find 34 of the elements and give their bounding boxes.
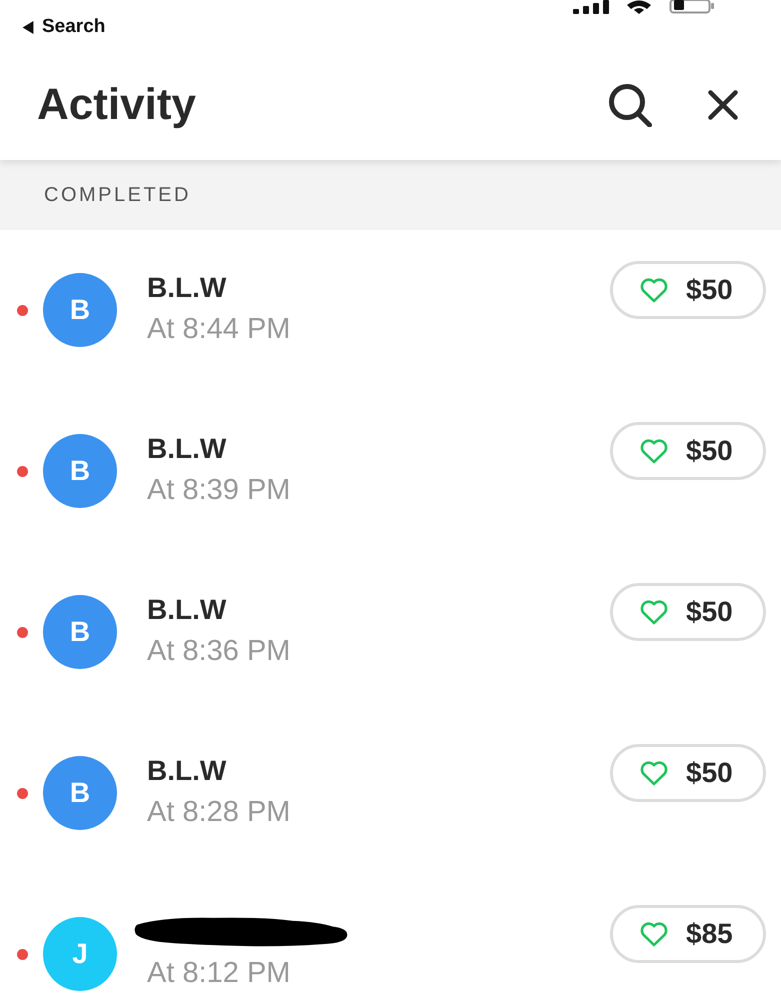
transaction-time: At 8:12 PM — [147, 956, 292, 991]
avatar: J — [43, 917, 117, 991]
heart-icon — [640, 438, 668, 464]
battery-icon — [669, 0, 715, 14]
sender-name: B.L.W — [147, 273, 228, 303]
signal-bars-icon — [573, 0, 609, 14]
heart-icon — [640, 278, 668, 302]
payment-amount-button[interactable]: $50 — [610, 422, 766, 480]
avatar: B — [43, 273, 117, 347]
back-icon — [22, 20, 34, 34]
search-icon — [608, 84, 652, 126]
heart-icon — [640, 600, 668, 624]
heart-icon — [640, 760, 668, 786]
transaction-time: At 8:39 PM — [147, 473, 290, 508]
avatar: B — [43, 595, 117, 669]
payment-amount-button[interactable]: $50 — [610, 744, 766, 802]
payment-amount-button[interactable]: $50 — [610, 583, 766, 641]
page-title: Activity — [37, 79, 196, 131]
transaction-time: At 8:44 PM — [147, 312, 290, 347]
sender-name: B.L.W — [147, 434, 228, 464]
heart-icon — [640, 922, 668, 946]
avatar: B — [43, 434, 117, 508]
sender-name: B.L.W — [147, 595, 228, 625]
close-icon — [708, 90, 738, 120]
sender-name: B.L.W — [147, 756, 228, 786]
avatar: B — [43, 756, 117, 830]
payment-amount-button[interactable]: $85 — [610, 905, 766, 963]
back-link[interactable]: Search — [22, 14, 106, 40]
transaction-time: At 8:28 PM — [147, 795, 290, 830]
transaction-time: At 8:36 PM — [147, 634, 290, 669]
payment-amount-button[interactable]: $50 — [610, 261, 766, 319]
section-label: COMPLETED — [44, 184, 191, 206]
search-button[interactable] — [608, 84, 652, 126]
close-button[interactable] — [708, 90, 738, 120]
